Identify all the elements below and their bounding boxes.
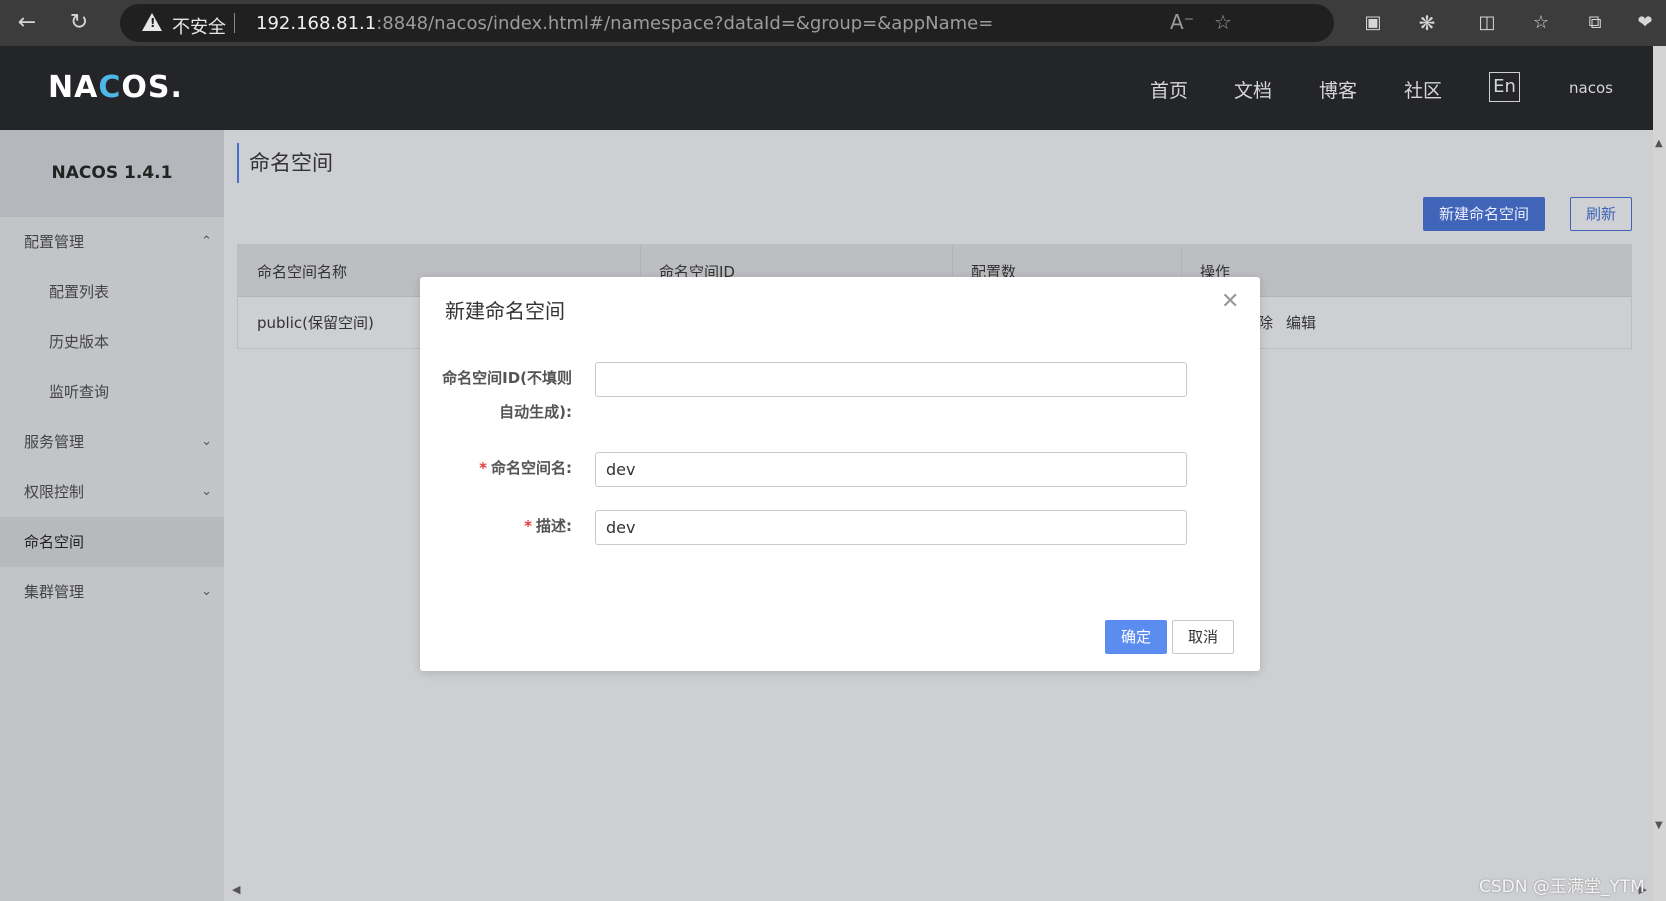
scroll-down-icon[interactable]: ▼ — [1655, 820, 1663, 831]
warning-icon: ! — [142, 13, 162, 31]
menu-label: 命名空间 — [24, 533, 85, 551]
required-marker: * — [524, 517, 532, 535]
namespace-id-label-cont: 自动生成): — [499, 403, 572, 421]
menu-label: 配置列表 — [49, 283, 110, 301]
collections-icon[interactable]: ⧉ — [1580, 8, 1610, 38]
new-namespace-dialog: 新建命名空间 ✕ 命名空间ID(不填则 自动生成): *命名空间名: *描述: … — [420, 277, 1260, 671]
vertical-scrollbar[interactable]: ▲ ▼ — [1653, 46, 1666, 901]
back-icon[interactable]: ← — [12, 8, 42, 38]
scroll-left-icon[interactable]: ◀ — [232, 883, 240, 896]
cancel-button[interactable]: 取消 — [1172, 620, 1234, 654]
sidebar: NACOS 1.4.1 配置管理 ⌃ 配置列表 历史版本 监听查询 服务管理 ⌄ 权… — [0, 130, 224, 901]
app-header: NACOS. 首页 文档 博客 社区 En nacos — [0, 46, 1666, 130]
confirm-button[interactable]: 确定 — [1105, 620, 1167, 654]
url-text[interactable]: 192.168.81.1:8848/nacos/index.html#/name… — [256, 13, 993, 34]
chevron-down-icon: ⌄ — [201, 434, 212, 449]
menu-access-control[interactable]: 权限控制 ⌄ — [0, 467, 224, 517]
browser-toolbar: ← ↻ ! 不安全 192.168.81.1:8848/nacos/index.… — [0, 0, 1666, 46]
chevron-up-icon: ⌃ — [201, 234, 212, 249]
url-host: 192.168.81.1 — [256, 13, 377, 34]
extension-icon[interactable]: ▣ — [1358, 8, 1388, 38]
menu-cluster-management[interactable]: 集群管理 ⌄ — [0, 567, 224, 617]
dialog-title: 新建命名空间 — [445, 299, 565, 323]
menu-listener-query[interactable]: 监听查询 — [0, 367, 224, 417]
refresh-button[interactable]: 刷新 — [1570, 197, 1632, 231]
new-namespace-button[interactable]: 新建命名空间 — [1423, 197, 1545, 231]
horizontal-scrollbar[interactable]: ◀ ▶ — [224, 883, 1653, 898]
description-label: * 描述: — [524, 515, 572, 536]
menu-namespace[interactable]: 命名空间 — [0, 517, 224, 567]
menu-config-list[interactable]: 配置列表 — [0, 267, 224, 317]
security-label[interactable]: 不安全 — [172, 13, 226, 39]
namespace-name-cell: public(保留空间) — [257, 314, 374, 332]
page-title: 命名空间 — [237, 143, 333, 183]
address-separator — [234, 13, 235, 33]
description-input[interactable] — [595, 510, 1187, 545]
namespace-id-label: 命名空间ID(不填则 — [442, 369, 572, 387]
required-marker: * — [479, 459, 487, 477]
namespace-name-input[interactable] — [595, 452, 1187, 487]
nav-home[interactable]: 首页 — [1150, 76, 1188, 103]
menu-label: 历史版本 — [49, 333, 110, 351]
col-namespace-name: 命名空间名称 — [257, 263, 348, 281]
nav-blog[interactable]: 博客 — [1319, 76, 1357, 103]
label-text: 描述: — [536, 517, 572, 535]
delete-link[interactable]: 除 — [1258, 312, 1273, 333]
favorites-icon[interactable]: ☆ — [1526, 8, 1556, 38]
nav-docs[interactable]: 文档 — [1234, 76, 1272, 103]
menu-label: 服务管理 — [24, 433, 85, 451]
menu-label: 权限控制 — [24, 483, 85, 501]
version-label: NACOS 1.4.1 — [0, 130, 224, 217]
url-path: :8848/nacos/index.html#/namespace?dataId… — [376, 13, 994, 34]
close-icon[interactable]: ✕ — [1221, 289, 1239, 314]
read-aloud-icon[interactable]: A⁻ — [1170, 10, 1194, 34]
puzzle-icon[interactable]: ❋ — [1412, 8, 1442, 38]
favorite-star-icon[interactable]: ☆ — [1214, 10, 1232, 34]
menu-label: 监听查询 — [49, 383, 110, 401]
menu-label: 集群管理 — [24, 583, 85, 601]
menu-service-management[interactable]: 服务管理 ⌄ — [0, 417, 224, 467]
menu-config-management[interactable]: 配置管理 ⌃ — [0, 217, 224, 267]
menu-label: 配置管理 — [24, 233, 85, 251]
scroll-up-icon[interactable]: ▲ — [1655, 138, 1663, 149]
nav-community[interactable]: 社区 — [1404, 76, 1442, 103]
reload-icon[interactable]: ↻ — [64, 8, 94, 38]
copilot-icon[interactable]: ❤ — [1630, 8, 1660, 38]
menu-history[interactable]: 历史版本 — [0, 317, 224, 367]
edit-link[interactable]: 编辑 — [1286, 312, 1316, 333]
namespace-name-label: * 命名空间名: — [479, 457, 572, 478]
chevron-down-icon: ⌄ — [201, 584, 212, 599]
user-name[interactable]: nacos — [1569, 79, 1613, 97]
address-bar[interactable]: ! 不安全 192.168.81.1:8848/nacos/index.html… — [120, 4, 1334, 42]
nacos-logo[interactable]: NACOS. — [48, 70, 183, 105]
chevron-down-icon: ⌄ — [201, 484, 212, 499]
namespace-id-input[interactable] — [595, 362, 1187, 397]
watermark: CSDN @玉满堂_YTM — [1479, 877, 1645, 897]
language-switch[interactable]: En — [1489, 72, 1520, 102]
split-screen-icon[interactable]: ◫ — [1472, 8, 1502, 38]
label-text: 命名空间名: — [491, 459, 572, 477]
